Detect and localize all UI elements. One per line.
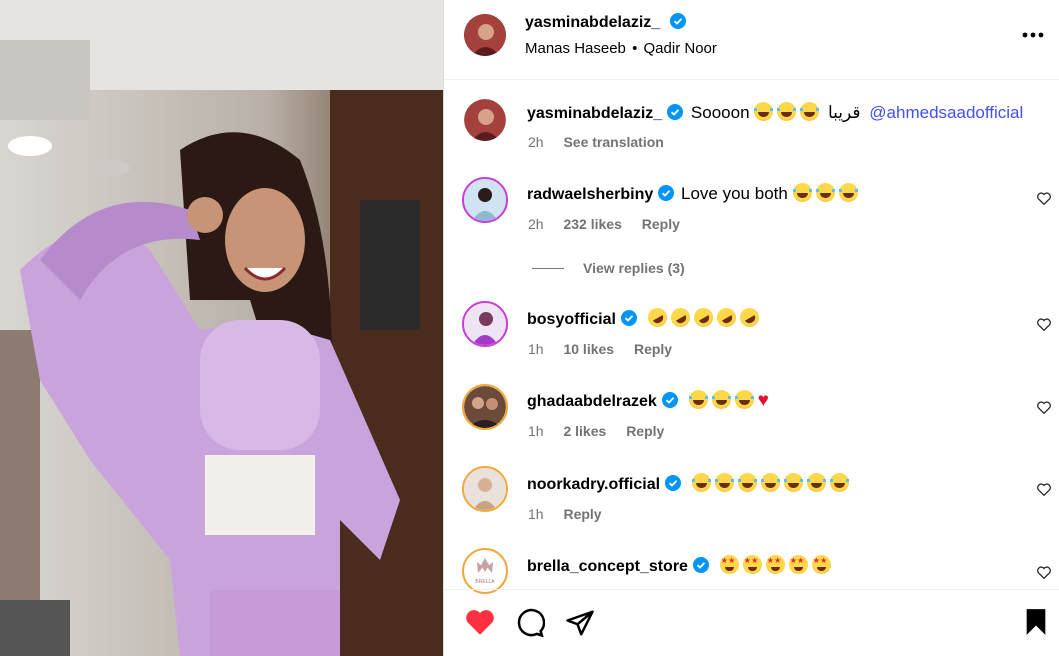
reply-button[interactable]: Reply (626, 423, 664, 439)
share-send-icon[interactable] (565, 608, 595, 643)
like-comment-icon[interactable] (1037, 192, 1051, 210)
star-eyes-emoji-icon (765, 555, 785, 574)
comment-likes[interactable]: 10 likes (563, 341, 614, 357)
red-heart-emoji-icon: ♥ (757, 390, 769, 411)
laugh-emoji-icon (688, 390, 708, 409)
verified-badge-icon (669, 13, 686, 34)
laugh-emoji-icon (777, 102, 797, 121)
rofl-emoji-icon (644, 304, 671, 331)
comment-username[interactable]: bosyofficial (527, 311, 616, 328)
like-comment-icon[interactable] (1037, 483, 1051, 501)
brella-logo-text: BRELLA (475, 579, 495, 585)
verified-badge-icon (692, 557, 709, 578)
rofl-emoji-icon (690, 304, 717, 331)
laugh-emoji-icon (760, 473, 780, 492)
star-eyes-emoji-icon (811, 555, 831, 574)
view-replies-button[interactable]: View replies (3) (583, 260, 685, 276)
caption-avatar[interactable] (464, 99, 506, 141)
like-heart-icon[interactable] (464, 608, 496, 641)
laugh-emoji-icon (754, 102, 774, 121)
rofl-emoji-icon (667, 304, 694, 331)
reply-button[interactable]: Reply (642, 216, 680, 232)
rofl-emoji-icon (736, 304, 763, 331)
author-username[interactable]: yasminabdelaziz_ (525, 14, 660, 31)
comment-text: Love you both (681, 184, 788, 203)
comment-username[interactable]: ghadaabdelrazek (527, 393, 657, 410)
laugh-emoji-icon (792, 183, 812, 202)
collaborators-line: Manas Haseeb • Qadir Noor (525, 40, 717, 57)
laugh-emoji-icon (783, 473, 803, 492)
caption-username[interactable]: yasminabdelaziz_ (527, 105, 662, 122)
more-options-icon[interactable] (1022, 28, 1044, 46)
laugh-emoji-icon (806, 473, 826, 492)
comment-avatar[interactable] (462, 384, 508, 430)
laugh-emoji-icon (829, 473, 849, 492)
comment-timestamp: 1h (528, 506, 544, 522)
laugh-emoji-icon (815, 183, 835, 202)
comment-username[interactable]: brella_concept_store (527, 558, 688, 575)
comment-username[interactable]: radwaelsherbiny (527, 186, 653, 203)
rofl-emoji-icon (713, 304, 740, 331)
reply-button[interactable]: Reply (634, 341, 672, 357)
laugh-emoji-icon (691, 473, 711, 492)
laugh-emoji-icon (838, 183, 858, 202)
author-avatar[interactable] (464, 14, 506, 56)
caption-text: Soooon (690, 103, 750, 122)
star-eyes-emoji-icon (742, 555, 762, 574)
collaborator-link[interactable]: Manas Haseeb (525, 40, 626, 57)
post-actions-bar (444, 589, 1059, 656)
laugh-emoji-icon (800, 102, 820, 121)
comment-bubble-icon[interactable] (515, 608, 546, 643)
mention-link[interactable]: @ahmedsaadofficial (869, 103, 1023, 122)
view-replies-line (532, 268, 564, 269)
comment-likes[interactable]: 232 likes (563, 216, 621, 232)
post-photo (0, 0, 443, 656)
collaborator-link[interactable]: Qadir Noor (644, 40, 717, 57)
comment-avatar[interactable] (462, 466, 508, 512)
comment-avatar[interactable] (462, 301, 508, 347)
verified-badge-icon (620, 310, 637, 331)
post-details-panel: yasminabdelaziz_ Manas Haseeb • Qadir No… (443, 0, 1059, 656)
caption-timestamp: 2h (528, 134, 544, 150)
comment-timestamp: 1h (528, 341, 544, 357)
laugh-emoji-icon (714, 473, 734, 492)
like-comment-icon[interactable] (1037, 318, 1051, 336)
verified-badge-icon (658, 185, 675, 206)
post-image[interactable] (0, 0, 443, 656)
comment-avatar[interactable] (462, 177, 508, 223)
verified-badge-icon (665, 475, 682, 496)
comment-timestamp: 2h (528, 216, 544, 232)
reply-button[interactable]: Reply (563, 506, 601, 522)
laugh-emoji-icon (734, 390, 754, 409)
caption-arabic-text: قريبا (828, 103, 861, 122)
comment-avatar[interactable]: BRELLA (462, 548, 508, 594)
see-translation-button[interactable]: See translation (563, 134, 663, 150)
star-eyes-emoji-icon (719, 555, 739, 574)
post-header: yasminabdelaziz_ Manas Haseeb • Qadir No… (444, 0, 1059, 80)
star-eyes-emoji-icon (788, 555, 808, 574)
comment-likes[interactable]: 2 likes (563, 423, 606, 439)
comment-username[interactable]: noorkadry.official (527, 476, 660, 493)
like-comment-icon[interactable] (1037, 401, 1051, 419)
like-comment-icon[interactable] (1037, 566, 1051, 584)
laugh-emoji-icon (711, 390, 731, 409)
verified-badge-icon (661, 392, 678, 413)
laugh-emoji-icon (737, 473, 757, 492)
bookmark-icon[interactable] (1024, 608, 1048, 641)
verified-badge-icon (667, 104, 684, 125)
comment-timestamp: 1h (528, 423, 544, 439)
